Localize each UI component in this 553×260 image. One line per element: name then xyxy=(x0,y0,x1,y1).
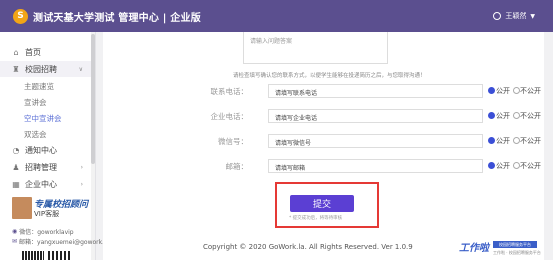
private-radio[interactable] xyxy=(513,112,520,119)
app-title: 测试天基大学测试 管理中心 | 企业版 xyxy=(33,12,201,24)
private-radio-label: 不公开 xyxy=(520,162,541,170)
public-radio-label: 公开 xyxy=(496,87,510,95)
private-radio-label: 不公开 xyxy=(520,87,541,95)
wechat-row: 微信号： 请填写微信号 公开 不公开 xyxy=(103,134,544,148)
wechat-contact-text: 微信：goworklavip xyxy=(19,229,74,236)
sidebar-item-campus-recruit[interactable]: ♜ 校园招聘 ∨ xyxy=(0,61,91,77)
wechat-contact: ◉ 微信：goworklavip xyxy=(12,227,74,236)
public-radio[interactable] xyxy=(488,137,495,144)
user-icon: ♟ xyxy=(12,162,20,172)
sidebar-subitem-topic-overview[interactable]: 主题速览 xyxy=(24,79,54,93)
mail-icon: ✉ xyxy=(12,238,18,245)
wechat-label: 微信号： xyxy=(218,137,248,146)
sidebar-item-notifications[interactable]: ◔ 通知中心 xyxy=(0,142,91,158)
email-contact: ✉ 邮箱：yangxuemei@gowork.l xyxy=(12,237,106,246)
home-icon: ⌂ xyxy=(13,47,19,57)
vip-advisor-subtitle: VIP客服 xyxy=(34,210,60,218)
sidebar-item-label: 通知中心 xyxy=(25,145,57,155)
chevron-down-icon: ▼ xyxy=(530,12,535,20)
building-icon: ▦ xyxy=(12,179,20,189)
chevron-down-icon: ∨ xyxy=(78,65,83,73)
top-bar: S 测试天基大学测试 管理中心 | 企业版 王颖然 ▼ xyxy=(0,0,553,32)
user-avatar-icon xyxy=(493,12,502,20)
public-radio[interactable] xyxy=(488,112,495,119)
sidebar-scrollbar[interactable] xyxy=(91,32,95,260)
phone-label: 联系电话： xyxy=(210,87,249,96)
sidebar-item-label: 企业中心 xyxy=(25,179,57,189)
footer: Copyright © 2020 GoWork.la. All Rights R… xyxy=(103,237,544,260)
sidebar-subitem-presentation[interactable]: 宣讲会 xyxy=(24,95,47,109)
sidebar-subitem-online-presentation[interactable]: 空中宣讲会 xyxy=(24,111,62,125)
email-contact-text: 邮箱：yangxuemei@gowork.l xyxy=(19,239,106,246)
public-radio-label: 公开 xyxy=(496,162,510,170)
advisor-avatar xyxy=(12,197,32,219)
qr-code-image xyxy=(48,251,70,260)
company-phone-input[interactable]: 请填写企业电话 xyxy=(268,109,483,123)
sidebar-subitem-job-fair[interactable]: 双选会 xyxy=(24,127,47,141)
brand-line: 工作啦 · 校园招聘服务平台 xyxy=(493,250,541,255)
sidebar-item-label: 首页 xyxy=(25,47,41,57)
private-radio-label: 不公开 xyxy=(520,137,541,145)
user-menu[interactable]: 王颖然 ▼ xyxy=(493,0,535,32)
brand-name: 工作啦 xyxy=(459,243,489,254)
private-radio-label: 不公开 xyxy=(520,112,541,120)
public-radio-label: 公开 xyxy=(496,137,510,145)
chevron-right-icon: › xyxy=(80,163,83,171)
sidebar-scroll-thumb[interactable] xyxy=(91,34,95,164)
sidebar-item-home[interactable]: ⌂ 首页 xyxy=(0,44,91,60)
company-phone-row: 企业电话： 请填写企业电话 公开 不公开 xyxy=(103,109,544,123)
sidebar-item-label: 招聘管理 xyxy=(25,162,57,172)
brand-logo: 工作啦 校园招聘服务平台 工作啦 · 校园招聘服务平台 xyxy=(459,239,541,255)
qr-code-image xyxy=(22,251,44,260)
sidebar-item-company-center[interactable]: ▦ 企业中心 › xyxy=(0,176,91,192)
sidebar-item-recruit-manage[interactable]: ♟ 招聘管理 › xyxy=(0,159,91,175)
bell-icon: ◔ xyxy=(12,145,20,155)
email-label: 邮箱： xyxy=(225,162,249,171)
submit-button[interactable]: 提交 xyxy=(290,195,354,212)
user-name: 王颖然 xyxy=(505,12,527,20)
phone-input[interactable]: 请填写联系电话 xyxy=(268,84,483,98)
private-radio[interactable] xyxy=(513,162,520,169)
private-radio[interactable] xyxy=(513,137,520,144)
copyright-text: Copyright © 2020 GoWork.la. All Rights R… xyxy=(203,243,413,251)
phone-row: 联系电话： 请填写联系电话 公开 不公开 xyxy=(103,84,544,98)
sidebar-item-label: 校园招聘 xyxy=(25,64,57,74)
answer-textarea[interactable]: 请输入问题答案 xyxy=(243,32,388,64)
wechat-icon: ◉ xyxy=(12,228,18,235)
brand-tag: 校园招聘服务平台 xyxy=(493,241,537,248)
email-row: 邮箱： 请填写邮箱 公开 不公开 xyxy=(103,159,544,173)
app-logo: S xyxy=(13,8,28,24)
wechat-input[interactable]: 请填写微信号 xyxy=(268,134,483,148)
chevron-right-icon: › xyxy=(80,180,83,188)
submit-hint: * 提交成功后，将等待审核 xyxy=(289,216,343,221)
public-radio[interactable] xyxy=(488,162,495,169)
email-input[interactable]: 请填写邮箱 xyxy=(268,159,483,173)
graduation-icon: ♜ xyxy=(12,64,20,74)
sidebar: ⌂ 首页 ♜ 校园招聘 ∨ 主题速览 宣讲会 空中宣讲会 双选会 ◔ 通知中心 … xyxy=(0,32,96,260)
public-radio-label: 公开 xyxy=(496,112,510,120)
company-phone-label: 企业电话： xyxy=(210,112,249,121)
public-radio[interactable] xyxy=(488,87,495,94)
private-radio[interactable] xyxy=(513,87,520,94)
contact-notice: 请检查填写确认您的联系方式，以便学生能够在投递简历之后，与您取得沟通！ xyxy=(233,73,426,79)
